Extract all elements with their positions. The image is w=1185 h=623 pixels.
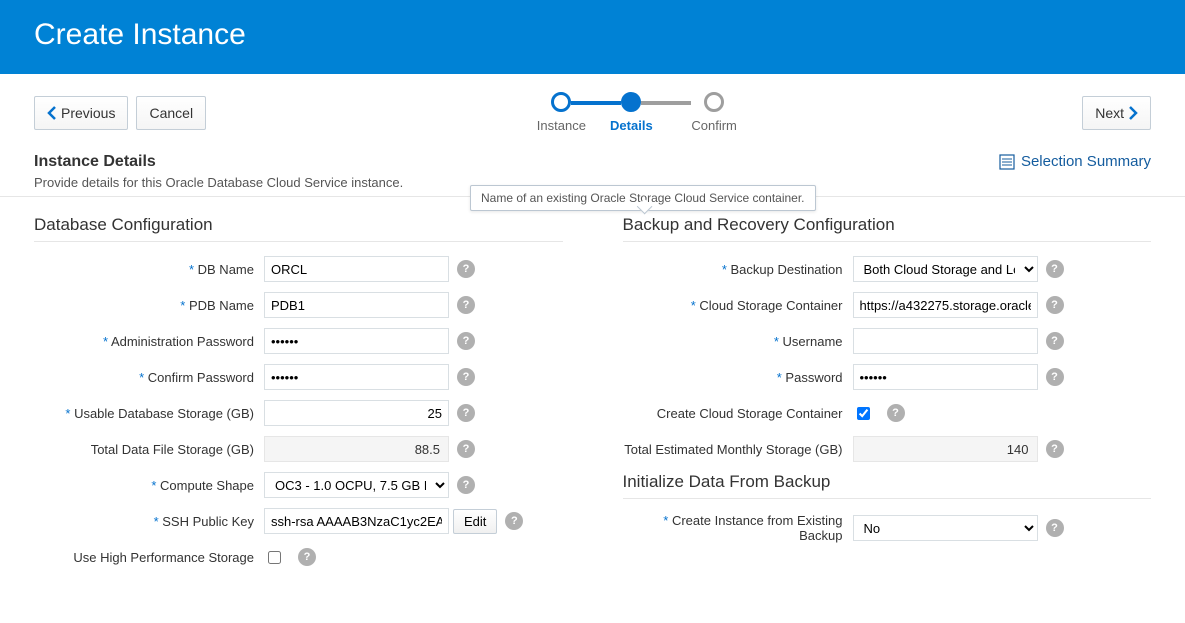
wizard-circle-icon [551,92,571,112]
total-monthly-storage-row: Total Estimated Monthly Storage (GB) 140… [623,436,1152,462]
total-storage-value: 88.5 [264,436,449,462]
next-button[interactable]: Next [1082,96,1151,130]
details-subtitle: Provide details for this Oracle Database… [34,175,403,190]
high-perf-checkbox[interactable] [268,551,281,564]
from-existing-row: Create Instance from Existing Backup No … [623,513,1152,543]
database-config-heading: Database Configuration [34,215,563,242]
admin-password-row: Administration Password ? [34,328,563,354]
confirm-password-input[interactable] [264,364,449,390]
username-input[interactable] [853,328,1038,354]
selection-summary-label: Selection Summary [1021,153,1151,170]
usable-storage-row: Usable Database Storage (GB) ? [34,400,563,426]
compute-shape-select[interactable]: OC3 - 1.0 OCPU, 7.5 GB RAM [264,472,449,498]
ssh-key-label: SSH Public Key [34,514,264,529]
form-columns: Name of an existing Oracle Storage Cloud… [0,197,1185,600]
init-backup-heading: Initialize Data From Backup [623,472,1152,499]
username-label: Username [623,334,853,349]
help-icon[interactable]: ? [1046,296,1064,314]
backup-destination-select[interactable]: Both Cloud Storage and Local [853,256,1038,282]
db-name-input[interactable] [264,256,449,282]
wizard-step-label: Details [610,118,653,133]
wizard-circle-icon [704,92,724,112]
pdb-name-label: PDB Name [34,298,264,313]
cloud-container-row: Cloud Storage Container ? [623,292,1152,318]
help-icon[interactable]: ? [1046,368,1064,386]
wizard-toolbar: Previous Cancel Instance Details Confirm… [0,74,1185,143]
selection-summary-link[interactable]: Selection Summary [999,153,1151,170]
total-storage-row: Total Data File Storage (GB) 88.5 ? [34,436,563,462]
cloud-container-input[interactable] [853,292,1038,318]
db-name-row: DB Name ? [34,256,563,282]
pdb-name-input[interactable] [264,292,449,318]
help-icon[interactable]: ? [1046,332,1064,350]
backup-destination-row: Backup Destination Both Cloud Storage an… [623,256,1152,282]
help-icon[interactable]: ? [505,512,523,530]
password-input[interactable] [853,364,1038,390]
pdb-name-row: PDB Name ? [34,292,563,318]
cancel-button[interactable]: Cancel [136,96,206,130]
next-button-label: Next [1095,105,1124,121]
database-config-column: Database Configuration DB Name ? PDB Nam… [34,205,563,580]
confirm-password-label: Confirm Password [34,370,264,385]
wizard-step-confirm[interactable]: Confirm [691,92,737,133]
summary-icon [999,154,1015,170]
details-title: Instance Details [34,153,403,171]
previous-button[interactable]: Previous [34,96,128,130]
high-perf-row: Use High Performance Storage ? [34,544,563,570]
edit-ssh-button[interactable]: Edit [453,509,497,534]
from-existing-select[interactable]: No [853,515,1038,541]
ssh-key-input[interactable] [264,508,449,534]
help-icon[interactable]: ? [457,296,475,314]
confirm-password-row: Confirm Password ? [34,364,563,390]
admin-password-label: Administration Password [34,334,264,349]
chevron-right-icon [1128,106,1138,120]
cancel-button-label: Cancel [149,105,193,121]
ssh-key-row: SSH Public Key Edit ? [34,508,563,534]
create-container-row: Create Cloud Storage Container ? [623,400,1152,426]
help-icon[interactable]: ? [1046,519,1064,537]
wizard-step-label: Confirm [691,118,737,133]
cloud-container-label: Cloud Storage Container [623,298,853,313]
page-title: Create Instance [34,18,1151,52]
backup-config-column: Backup and Recovery Configuration Backup… [623,205,1152,580]
compute-shape-label: Compute Shape [34,478,264,493]
total-monthly-storage-value: 140 [853,436,1038,462]
wizard-steps: Instance Details Confirm [206,92,1082,133]
help-icon[interactable]: ? [457,332,475,350]
total-monthly-storage-label: Total Estimated Monthly Storage (GB) [623,442,853,457]
help-icon[interactable]: ? [1046,260,1064,278]
total-storage-label: Total Data File Storage (GB) [34,442,264,457]
help-icon[interactable]: ? [887,404,905,422]
help-icon[interactable]: ? [1046,440,1064,458]
wizard-step-label: Instance [537,118,586,133]
wizard-bar-icon [571,101,621,105]
high-perf-label: Use High Performance Storage [34,550,264,565]
container-hint-bubble: Name of an existing Oracle Storage Cloud… [470,185,816,211]
from-existing-label: Create Instance from Existing Backup [623,513,853,543]
previous-button-label: Previous [61,105,115,121]
help-icon[interactable]: ? [457,404,475,422]
username-row: Username ? [623,328,1152,354]
help-icon[interactable]: ? [457,260,475,278]
page-header: Create Instance [0,0,1185,74]
backup-heading: Backup and Recovery Configuration [623,215,1152,242]
help-icon[interactable]: ? [457,368,475,386]
usable-storage-label: Usable Database Storage (GB) [34,406,264,421]
wizard-step-details[interactable]: Details [621,92,691,133]
help-icon[interactable]: ? [457,440,475,458]
usable-storage-input[interactable] [264,400,449,426]
wizard-bar-icon [641,101,691,105]
compute-shape-row: Compute Shape OC3 - 1.0 OCPU, 7.5 GB RAM… [34,472,563,498]
create-container-label: Create Cloud Storage Container [623,406,853,421]
db-name-label: DB Name [34,262,264,277]
password-label: Password [623,370,853,385]
help-icon[interactable]: ? [457,476,475,494]
help-icon[interactable]: ? [298,548,316,566]
password-row: Password ? [623,364,1152,390]
backup-destination-label: Backup Destination [623,262,853,277]
admin-password-input[interactable] [264,328,449,354]
wizard-circle-icon [621,92,641,112]
chevron-left-icon [47,106,57,120]
create-container-checkbox[interactable] [857,407,870,420]
